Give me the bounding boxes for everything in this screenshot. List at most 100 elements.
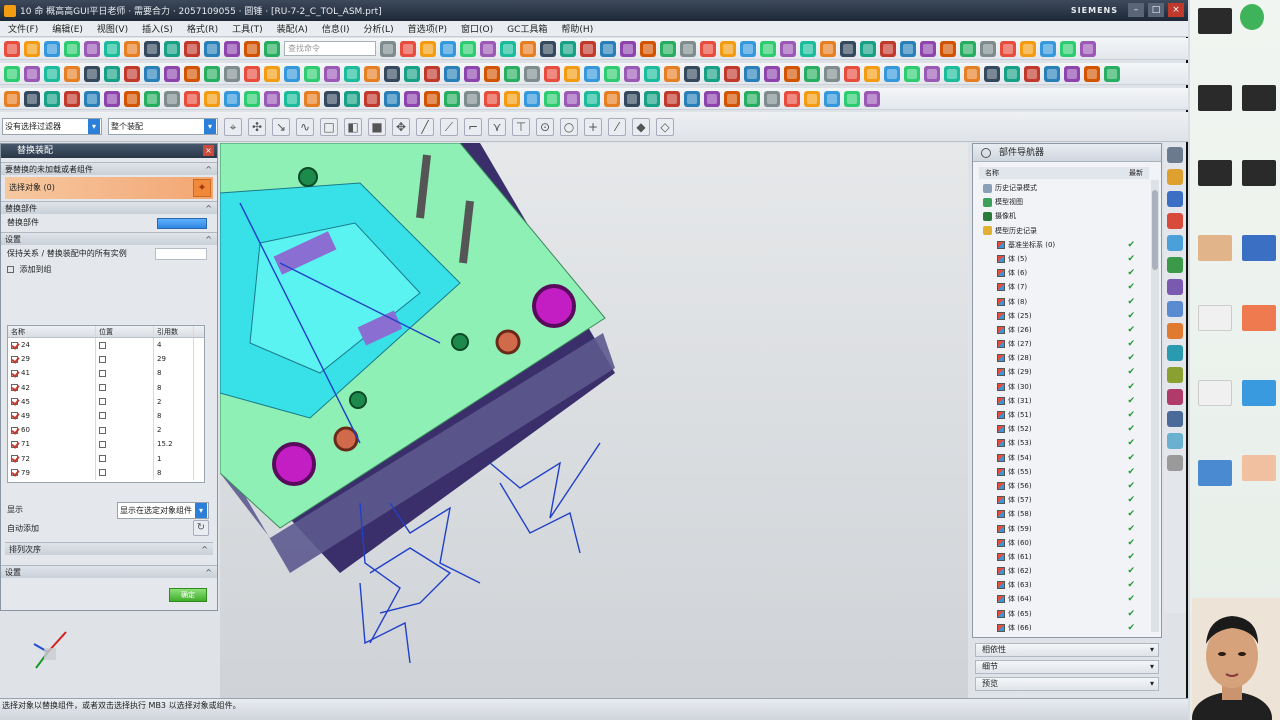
toolbar-command-icon[interactable] bbox=[420, 40, 436, 57]
tree-node[interactable]: 体 (57) ✔ bbox=[979, 493, 1149, 507]
table-row[interactable]: 24 4 bbox=[8, 338, 204, 353]
section-settings[interactable]: 设置 bbox=[1, 232, 217, 246]
face-icon[interactable]: ◆ bbox=[632, 117, 650, 136]
toolbar-command-icon[interactable] bbox=[304, 90, 320, 107]
row-checkbox[interactable] bbox=[11, 341, 18, 349]
toolbar-command-icon[interactable] bbox=[144, 65, 160, 82]
toolbar-command-icon[interactable] bbox=[1044, 65, 1060, 82]
toolbar-command-icon[interactable] bbox=[464, 90, 480, 107]
tree-node[interactable]: 体 (28) ✔ bbox=[979, 351, 1149, 365]
toolbar-command-icon[interactable] bbox=[440, 40, 456, 57]
display-option-dropdown[interactable]: 显示在选定对象组件 bbox=[117, 502, 209, 519]
tree-node[interactable]: 体 (53) ✔ bbox=[979, 436, 1149, 450]
tree-node[interactable]: 体 (59) ✔ bbox=[979, 522, 1149, 536]
toolbar-command-icon[interactable] bbox=[504, 65, 520, 82]
toolbar-command-icon[interactable] bbox=[204, 65, 220, 82]
toolbar-command-icon[interactable] bbox=[484, 90, 500, 107]
toolbar-command-icon[interactable] bbox=[500, 40, 516, 57]
menu-item[interactable]: 工具(T) bbox=[232, 22, 263, 35]
toolbar-command-icon[interactable] bbox=[424, 65, 440, 82]
toolbar-command-icon[interactable] bbox=[784, 90, 800, 107]
toolbar-command-icon[interactable] bbox=[964, 65, 980, 82]
toolbar-command-icon[interactable] bbox=[684, 65, 700, 82]
toolbar-command-icon[interactable] bbox=[804, 65, 820, 82]
toolbar-command-icon[interactable] bbox=[564, 90, 580, 107]
toolbar-command-icon[interactable] bbox=[144, 40, 160, 57]
toolbar-command-icon[interactable] bbox=[184, 40, 200, 57]
toolbar-command-icon[interactable] bbox=[584, 90, 600, 107]
component-list-table[interactable]: 名称 位置 引用数 24 4 29 29 41 8 42 8 45 2 49 8 60 2 71 15.2 72… bbox=[7, 325, 205, 483]
command-search-input[interactable]: 查找命令 bbox=[284, 41, 376, 56]
toolbar-command-icon[interactable] bbox=[4, 65, 20, 82]
tree-node[interactable]: 体 (51) ✔ bbox=[979, 408, 1149, 422]
toolbar-command-icon[interactable] bbox=[384, 90, 400, 107]
cube-icon[interactable]: ◧ bbox=[344, 117, 362, 136]
menu-item[interactable]: 文件(F) bbox=[8, 22, 38, 35]
desktop-icon-5[interactable] bbox=[1198, 160, 1232, 186]
toolbar-command-icon[interactable] bbox=[424, 90, 440, 107]
manufacturing-wizard-icon[interactable] bbox=[1167, 367, 1183, 383]
toolbar-command-icon[interactable] bbox=[624, 65, 640, 82]
toolbar-command-icon[interactable] bbox=[644, 65, 660, 82]
toolbar-command-icon[interactable] bbox=[184, 65, 200, 82]
add-to-group-row[interactable]: 添加到组 bbox=[1, 263, 217, 277]
toolbar-command-icon[interactable] bbox=[104, 90, 120, 107]
row-checkbox[interactable] bbox=[11, 398, 18, 406]
navigator-scrollbar[interactable] bbox=[1151, 180, 1159, 632]
menu-item[interactable]: 编辑(E) bbox=[52, 22, 83, 35]
row-position-checkbox[interactable] bbox=[99, 469, 106, 477]
section-settings-bottom[interactable]: 设置 bbox=[1, 565, 217, 579]
snap-point-icon[interactable]: ⌖ bbox=[224, 117, 242, 136]
selection-scope-dropdown[interactable]: 整个装配 bbox=[108, 118, 218, 135]
part-navigator-icon[interactable] bbox=[1167, 213, 1183, 229]
minimize-button[interactable]: – bbox=[1128, 3, 1144, 17]
palette-icon[interactable] bbox=[1167, 433, 1183, 449]
row-checkbox[interactable] bbox=[11, 384, 18, 392]
row-position-checkbox[interactable] bbox=[99, 355, 106, 363]
circle-center-icon[interactable]: ⊙ bbox=[536, 117, 554, 136]
toolbar-command-icon[interactable] bbox=[284, 90, 300, 107]
toolbar-command-icon[interactable] bbox=[104, 65, 120, 82]
tree-node[interactable]: 基准坐标系 (0) ✔ bbox=[979, 238, 1149, 252]
tree-node[interactable]: 模型历史记录 bbox=[979, 224, 1149, 238]
section-replacement[interactable]: 替换部件 bbox=[1, 201, 217, 215]
toolbar-command-icon[interactable] bbox=[644, 90, 660, 107]
settings-icon[interactable] bbox=[1167, 147, 1183, 163]
toolbar-command-icon[interactable] bbox=[444, 90, 460, 107]
toolbar-command-icon[interactable] bbox=[704, 65, 720, 82]
menu-item[interactable]: 信息(I) bbox=[322, 22, 350, 35]
table-row[interactable]: 42 8 bbox=[8, 380, 204, 395]
table-row[interactable]: 71 15.2 bbox=[8, 437, 204, 452]
toolbar-command-icon[interactable] bbox=[64, 40, 80, 57]
row-checkbox[interactable] bbox=[11, 440, 18, 448]
table-row[interactable]: 72 1 bbox=[8, 451, 204, 466]
tree-node[interactable]: 历史记录模式 bbox=[979, 181, 1149, 195]
graphics-viewport[interactable] bbox=[220, 143, 968, 698]
body-icon[interactable]: ◇ bbox=[656, 117, 674, 136]
toolbar-command-icon[interactable] bbox=[600, 40, 616, 57]
toolbar-command-icon[interactable] bbox=[524, 65, 540, 82]
tree-node[interactable]: 体 (61) ✔ bbox=[979, 550, 1149, 564]
toolbar-command-icon[interactable] bbox=[364, 65, 380, 82]
table-row[interactable]: 79 8 bbox=[8, 465, 204, 480]
row-checkbox[interactable] bbox=[11, 369, 18, 377]
toolbar-command-icon[interactable] bbox=[204, 90, 220, 107]
toolbar-command-icon[interactable] bbox=[224, 65, 240, 82]
menu-item[interactable]: GC工具箱 bbox=[507, 22, 547, 35]
toolbar-command-icon[interactable] bbox=[44, 90, 60, 107]
toolbar-command-icon[interactable] bbox=[480, 40, 496, 57]
circle-icon[interactable]: ○ bbox=[560, 117, 578, 136]
web-browser-icon[interactable] bbox=[1167, 279, 1183, 295]
row-position-checkbox[interactable] bbox=[99, 455, 106, 462]
toolbar-command-icon[interactable] bbox=[1020, 40, 1036, 57]
toolbar-command-icon[interactable] bbox=[620, 40, 636, 57]
toolbar-command-icon[interactable] bbox=[1084, 65, 1100, 82]
toolbar-command-icon[interactable] bbox=[904, 65, 920, 82]
process-studio-icon[interactable] bbox=[1167, 345, 1183, 361]
selection-filter-dropdown[interactable]: 没有选择过滤器 bbox=[2, 118, 102, 135]
row-checkbox[interactable] bbox=[11, 355, 18, 363]
tree-node[interactable]: 体 (26) ✔ bbox=[979, 323, 1149, 337]
line-icon[interactable]: ╱ bbox=[416, 117, 434, 136]
toolbar-command-icon[interactable] bbox=[84, 40, 100, 57]
toolbar-command-icon[interactable] bbox=[24, 90, 40, 107]
